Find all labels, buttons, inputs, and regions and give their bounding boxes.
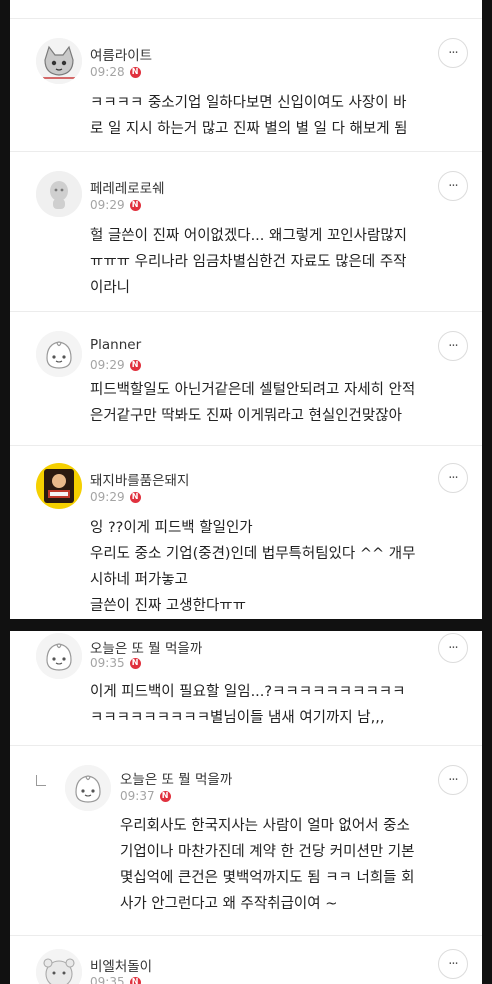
comment-text: ㅋㅋㅋㅋ 중소기업 일하다보면 신입이여도 사장이 바 로 일 지시 하는거 많… bbox=[90, 95, 408, 137]
comment-author[interactable]: 페레레로로쉐 bbox=[90, 177, 165, 197]
new-badge: N bbox=[129, 976, 141, 984]
comment-timestamp: 09:35 bbox=[90, 975, 125, 984]
photo-avatar-icon[interactable] bbox=[36, 463, 82, 509]
apeach-avatar-icon[interactable] bbox=[36, 331, 82, 377]
more-options-button[interactable]: ··· bbox=[438, 463, 468, 493]
comment-time: 09:29 N bbox=[90, 358, 141, 372]
more-options-button[interactable]: ··· bbox=[438, 765, 468, 795]
comment-item: 오늘은 또 뭘 먹을까 09:35 N ··· 이게 피드백이 필요할 일임..… bbox=[10, 631, 482, 746]
comment-item: Planner 09:29 N ··· 피드백할일도 아닌거같은데 셀털안되려고… bbox=[10, 311, 482, 446]
comment-item-partial bbox=[10, 0, 482, 19]
new-badge: N bbox=[129, 199, 141, 211]
new-badge: N bbox=[129, 66, 141, 78]
new-badge: N bbox=[129, 359, 141, 371]
ryan-avatar-icon[interactable] bbox=[36, 949, 82, 984]
comment-text: 우리회사도 한국지사는 사람이 얼마 없어서 중소 기업이나 마찬가진데 계약 … bbox=[120, 818, 415, 912]
comment-item: 비엘처돌이 09:35 N ··· bbox=[10, 935, 482, 984]
comment-time: 09:28 N bbox=[90, 65, 141, 79]
comment-list-panel-bottom: 오늘은 또 뭘 먹을까 09:35 N ··· 이게 피드백이 필요할 일임..… bbox=[10, 631, 482, 984]
comment-time: 09:29 N bbox=[90, 490, 141, 504]
comment-time: 09:35 N bbox=[90, 975, 141, 984]
apeach-avatar-icon[interactable] bbox=[36, 633, 82, 679]
comment-author[interactable]: 비엘처돌이 bbox=[90, 955, 152, 975]
comment-timestamp: 09:35 bbox=[90, 656, 125, 670]
comment-time: 09:29 N bbox=[90, 198, 141, 212]
more-options-button[interactable]: ··· bbox=[438, 38, 468, 68]
new-badge: N bbox=[129, 491, 141, 503]
more-options-button[interactable]: ··· bbox=[438, 633, 468, 663]
comment-author[interactable]: 여름라이트 bbox=[90, 44, 152, 64]
comment-author[interactable]: 오늘은 또 뭘 먹을까 bbox=[120, 768, 232, 788]
comment-author[interactable]: 돼지바를품은돼지 bbox=[90, 469, 189, 489]
comment-timestamp: 09:29 bbox=[90, 490, 125, 504]
comment-time: 09:35 N bbox=[90, 656, 141, 670]
more-options-button[interactable]: ··· bbox=[438, 171, 468, 201]
comment-timestamp: 09:28 bbox=[90, 65, 125, 79]
more-options-button[interactable]: ··· bbox=[438, 949, 468, 979]
comment-text: 잉 ??이게 피드백 할일인가 우리도 중소 기업(중견)인데 법무특허팀있다 … bbox=[90, 520, 416, 614]
comment-item: 돼지바를품은돼지 09:29 N ··· 잉 ??이게 피드백 할일인가 우리도… bbox=[10, 445, 482, 619]
comment-item: 여름라이트 09:28 N ··· ㅋㅋㅋㅋ 중소기업 일하다보면 신입이여도 … bbox=[10, 18, 482, 152]
new-badge: N bbox=[159, 790, 171, 802]
default-character-avatar-icon[interactable] bbox=[36, 171, 82, 217]
comment-timestamp: 09:37 bbox=[120, 789, 155, 803]
new-badge: N bbox=[129, 657, 141, 669]
comment-text: 피드백할일도 아닌거같은데 셀털안되려고 자세히 안적 은거같구만 딱봐도 진짜… bbox=[90, 382, 416, 424]
cat-doodle-avatar-icon[interactable] bbox=[36, 38, 82, 84]
comment-item: 페레레로로쉐 09:29 N ··· 헐 글쓴이 진짜 어이없겠다... 왜그렇… bbox=[10, 151, 482, 312]
comment-author[interactable]: 오늘은 또 뭘 먹을까 bbox=[90, 637, 202, 657]
comment-timestamp: 09:29 bbox=[90, 358, 125, 372]
more-options-button[interactable]: ··· bbox=[438, 331, 468, 361]
comment-text: 헐 글쓴이 진짜 어이없겠다... 왜그렇게 꼬인사람많지 ㅠㅠㅠ 우리나라 임… bbox=[90, 228, 408, 296]
comment-timestamp: 09:29 bbox=[90, 198, 125, 212]
comment-author[interactable]: Planner bbox=[90, 337, 141, 353]
comment-list-panel-top: 여름라이트 09:28 N ··· ㅋㅋㅋㅋ 중소기업 일하다보면 신입이여도 … bbox=[10, 0, 482, 619]
reply-item: 오늘은 또 뭘 먹을까 09:37 N ··· 우리회사도 한국지사는 사람이 … bbox=[10, 745, 482, 936]
apeach-avatar-icon[interactable] bbox=[65, 765, 111, 811]
comment-text: 이게 피드백이 필요할 일임...?ㅋㅋㅋㅋㅋㅋㅋㅋㅋㅋ ㅋㅋㅋㅋㅋㅋㅋㅋㅋ별님… bbox=[90, 684, 406, 726]
comment-time: 09:37 N bbox=[120, 789, 171, 803]
reply-indicator-icon bbox=[36, 775, 46, 786]
